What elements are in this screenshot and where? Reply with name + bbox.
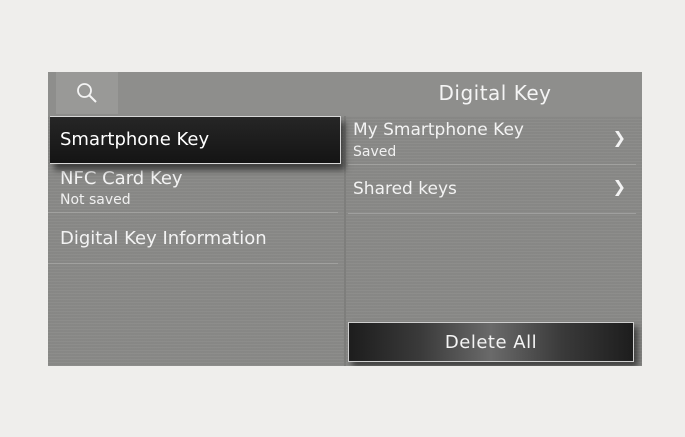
list-item-label: Shared keys: [353, 179, 457, 199]
list-item-status: Saved: [353, 144, 397, 160]
chevron-right-icon: ❯: [612, 128, 626, 147]
list-item-shared-keys[interactable]: Shared keys ❯: [348, 165, 636, 214]
menu-item-status: Not saved: [60, 192, 131, 208]
menu-item-label: NFC Card Key: [60, 168, 183, 189]
menu-item-smartphone-key[interactable]: Smartphone Key: [50, 116, 341, 164]
menu-item-label: Digital Key Information: [60, 228, 267, 249]
menu-item-digital-key-information[interactable]: Digital Key Information: [48, 213, 338, 264]
search-button[interactable]: [56, 72, 118, 114]
menu-item-nfc-card-key[interactable]: NFC Card Key Not saved: [48, 162, 338, 213]
pane-divider: [344, 116, 346, 366]
list-item-label: My Smartphone Key: [353, 120, 524, 140]
page-title: Digital Key: [438, 81, 552, 105]
header-bar: Digital Key: [48, 72, 642, 116]
delete-all-button[interactable]: Delete All: [348, 322, 634, 362]
menu-item-label: Smartphone Key: [60, 129, 210, 150]
search-icon: [77, 83, 97, 103]
infotainment-screen: Digital Key Smartphone Key NFC Card Key …: [48, 72, 642, 366]
chevron-right-icon: ❯: [612, 177, 626, 196]
list-item-my-smartphone-key[interactable]: My Smartphone Key Saved ❯: [348, 116, 636, 165]
